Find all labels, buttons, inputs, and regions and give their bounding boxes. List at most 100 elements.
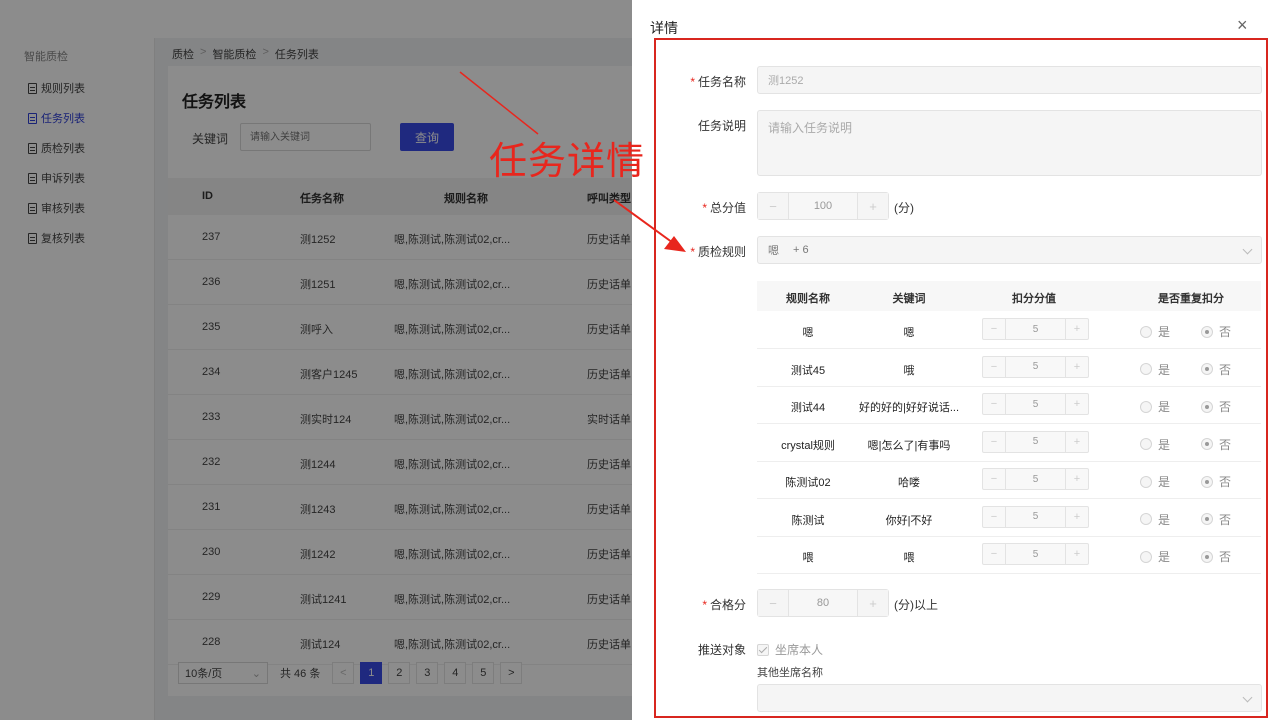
minus-icon[interactable]: − xyxy=(983,357,1005,377)
minus-icon[interactable]: − xyxy=(983,544,1005,564)
rule-table-header: 规则名称 关键词 扣分分值 是否重复扣分 xyxy=(757,281,1261,311)
deduction-value[interactable]: 5 xyxy=(1005,431,1066,452)
push-target-label: 推送对象 xyxy=(697,643,746,657)
plus-icon[interactable]: + xyxy=(858,193,888,219)
minus-icon[interactable]: − xyxy=(758,193,788,219)
radio-label: 是 xyxy=(1158,512,1171,527)
deduction-value[interactable]: 5 xyxy=(1005,506,1066,527)
radio-icon xyxy=(1140,325,1152,338)
radio-label: 是 xyxy=(1158,362,1171,377)
repeat-no-radio[interactable]: 否 xyxy=(1201,511,1231,528)
minus-icon[interactable]: − xyxy=(983,432,1005,452)
pass-score-label: * 合格分 xyxy=(702,598,746,612)
radio-selected-icon xyxy=(1201,400,1213,413)
repeat-yes-radio[interactable]: 是 xyxy=(1140,398,1170,415)
deduction-value[interactable]: 5 xyxy=(1005,544,1066,564)
plus-icon[interactable]: + xyxy=(1066,544,1088,564)
radio-selected-icon xyxy=(1201,325,1213,338)
cell-keyword: 喂 xyxy=(903,552,915,564)
deduction-value[interactable]: 5 xyxy=(1005,356,1066,377)
plus-icon[interactable]: + xyxy=(1066,469,1088,489)
minus-icon[interactable]: − xyxy=(983,469,1005,489)
minus-icon[interactable]: − xyxy=(983,319,1005,339)
radio-label: 是 xyxy=(1158,475,1171,489)
repeat-yes-radio[interactable]: 是 xyxy=(1140,473,1170,490)
radio-icon xyxy=(1140,475,1152,488)
annotation-label: 任务详情 xyxy=(489,139,646,183)
checkbox-label: 坐席本人 xyxy=(775,643,824,657)
deduction-stepper[interactable]: −5 + xyxy=(982,393,1089,415)
radio-selected-icon xyxy=(1201,438,1213,450)
other-agents-label: 其他坐席名称 xyxy=(757,667,823,679)
cell-keyword: 好的好的|好好说话... xyxy=(858,402,960,414)
repeat-no-radio[interactable]: 否 xyxy=(1201,436,1231,453)
rules-select[interactable]: 嗯 + 6 xyxy=(757,236,1262,264)
chevron-down-icon xyxy=(1242,692,1253,703)
total-score-stepper[interactable]: − 100 + xyxy=(757,192,889,220)
plus-icon[interactable]: + xyxy=(858,590,888,616)
cell-rule-name: 测试44 xyxy=(790,402,826,414)
close-icon[interactable]: × xyxy=(1237,15,1248,35)
repeat-no-radio[interactable]: 否 xyxy=(1201,398,1231,415)
radio-label: 否 xyxy=(1219,362,1232,377)
rule-table-row: 测试45 哦 −5 + 是 否 xyxy=(757,349,1261,387)
deduction-stepper[interactable]: −5 + xyxy=(982,430,1089,453)
repeat-yes-radio[interactable]: 是 xyxy=(1140,511,1170,528)
deduction-stepper[interactable]: −5 + xyxy=(982,468,1089,490)
plus-icon[interactable]: + xyxy=(1066,394,1088,414)
repeat-no-radio[interactable]: 否 xyxy=(1201,361,1231,378)
cell-rule-name: 陈测试02 xyxy=(785,477,831,489)
cell-keyword: 你好|不好 xyxy=(885,514,933,527)
minus-icon[interactable]: − xyxy=(983,394,1005,414)
repeat-no-radio[interactable]: 否 xyxy=(1201,548,1231,565)
cell-keyword: 哦 xyxy=(903,364,915,377)
deduction-value[interactable]: 5 xyxy=(1005,469,1066,489)
cell-rule-name: 陈测试 xyxy=(791,514,825,527)
minus-icon[interactable]: − xyxy=(983,507,1005,527)
cell-rule-name: crystal规则 xyxy=(781,439,835,452)
rule-tag: 嗯 xyxy=(768,245,779,257)
cell-keyword: 嗯 xyxy=(903,327,915,339)
repeat-yes-radio[interactable]: 是 xyxy=(1140,436,1170,453)
minus-icon[interactable]: − xyxy=(758,590,788,616)
total-score-value[interactable]: 100 xyxy=(788,193,858,219)
rule-table-row: 测试44 好的好的|好好说话... −5 + 是 否 xyxy=(757,386,1261,424)
deduction-stepper[interactable]: −5 + xyxy=(982,505,1089,528)
repeat-yes-radio[interactable]: 是 xyxy=(1140,323,1170,340)
self-agent-checkbox[interactable]: 坐席本人 xyxy=(757,641,823,658)
total-score-label: * 总分值 xyxy=(702,201,746,215)
other-agents-select[interactable] xyxy=(757,684,1262,712)
plus-icon[interactable]: + xyxy=(1066,319,1088,339)
repeat-yes-radio[interactable]: 是 xyxy=(1140,548,1170,565)
radio-label: 是 xyxy=(1158,325,1171,339)
radio-label: 否 xyxy=(1219,400,1232,414)
cell-rule-name: 喂 xyxy=(802,552,814,564)
deduction-stepper[interactable]: −5 + xyxy=(982,355,1089,378)
radio-icon xyxy=(1140,438,1152,450)
pass-score-value[interactable]: 80 xyxy=(788,590,858,616)
rule-table-row: 嗯 嗯 −5 + 是 否 xyxy=(757,311,1261,349)
rule-more-tag: + 6 xyxy=(793,244,809,256)
column-header-deduction: 扣分分值 xyxy=(1012,293,1056,305)
plus-icon[interactable]: + xyxy=(1066,432,1088,452)
radio-label: 是 xyxy=(1158,400,1171,414)
modal-overlay[interactable] xyxy=(0,0,632,720)
deduction-value[interactable]: 5 xyxy=(1005,394,1066,414)
task-desc-textarea[interactable]: 请输入任务说明 xyxy=(757,110,1262,176)
plus-icon[interactable]: + xyxy=(1066,507,1088,527)
pass-score-stepper[interactable]: − 80 + xyxy=(757,589,889,617)
task-name-field[interactable]: 测1252 xyxy=(757,66,1262,94)
repeat-yes-radio[interactable]: 是 xyxy=(1140,361,1170,378)
repeat-no-radio[interactable]: 否 xyxy=(1201,473,1231,490)
checkbox-checked-icon xyxy=(757,643,769,656)
deduction-value[interactable]: 5 xyxy=(1005,319,1066,339)
deduction-stepper[interactable]: −5 + xyxy=(982,543,1089,565)
column-header-repeat-deduct: 是否重复扣分 xyxy=(1158,293,1224,305)
deduction-stepper[interactable]: −5 + xyxy=(982,318,1089,340)
cell-rule-name: 测试45 xyxy=(790,364,826,377)
repeat-no-radio[interactable]: 否 xyxy=(1201,323,1231,340)
radio-label: 否 xyxy=(1219,512,1232,527)
plus-icon[interactable]: + xyxy=(1066,357,1088,377)
radio-icon xyxy=(1140,400,1152,413)
drawer-title: 详情 xyxy=(650,20,678,36)
